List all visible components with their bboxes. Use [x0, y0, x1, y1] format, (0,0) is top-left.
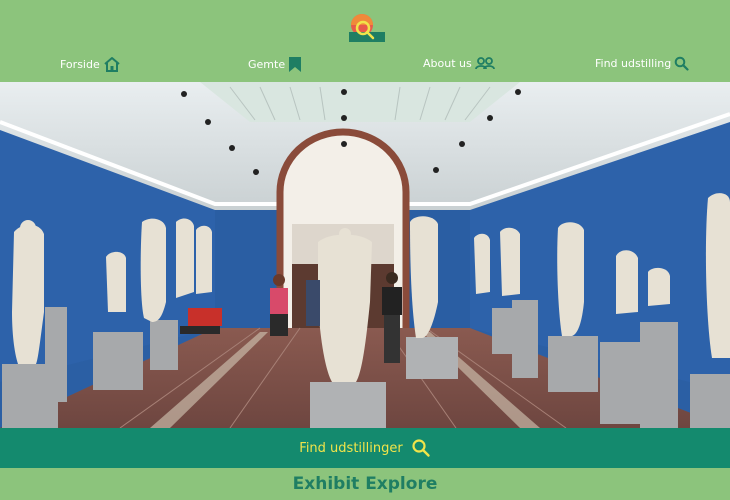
museum-gallery-illustration	[0, 82, 730, 428]
main-nav: Forside Gemte About us Find udstilling	[0, 56, 730, 80]
nav-item-about-us[interactable]: About us	[423, 56, 495, 70]
home-icon	[104, 57, 120, 72]
header: Forside Gemte About us Find udstilling	[0, 0, 730, 82]
nav-item-forside[interactable]: Forside	[60, 56, 121, 73]
nav-item-label: Gemte	[248, 58, 286, 71]
bookmark-icon	[289, 57, 302, 72]
nav-item-find-udstilling[interactable]: Find udstilling	[595, 56, 689, 71]
nav-item-label: Find udstilling	[595, 57, 672, 70]
hero-image	[0, 82, 730, 428]
nav-item-gemte[interactable]: Gemte	[248, 56, 302, 73]
users-icon	[474, 57, 495, 70]
search-icon	[412, 439, 430, 457]
logo-icon[interactable]	[346, 12, 388, 44]
find-exhibitions-button[interactable]: Find udstillinger	[0, 428, 730, 468]
find-exhibitions-label: Find udstillinger	[299, 440, 403, 456]
page-title: Exhibit Explore	[292, 474, 438, 494]
nav-item-label: Forside	[60, 58, 100, 71]
nav-item-label: About us	[423, 56, 472, 70]
search-icon	[674, 56, 689, 71]
